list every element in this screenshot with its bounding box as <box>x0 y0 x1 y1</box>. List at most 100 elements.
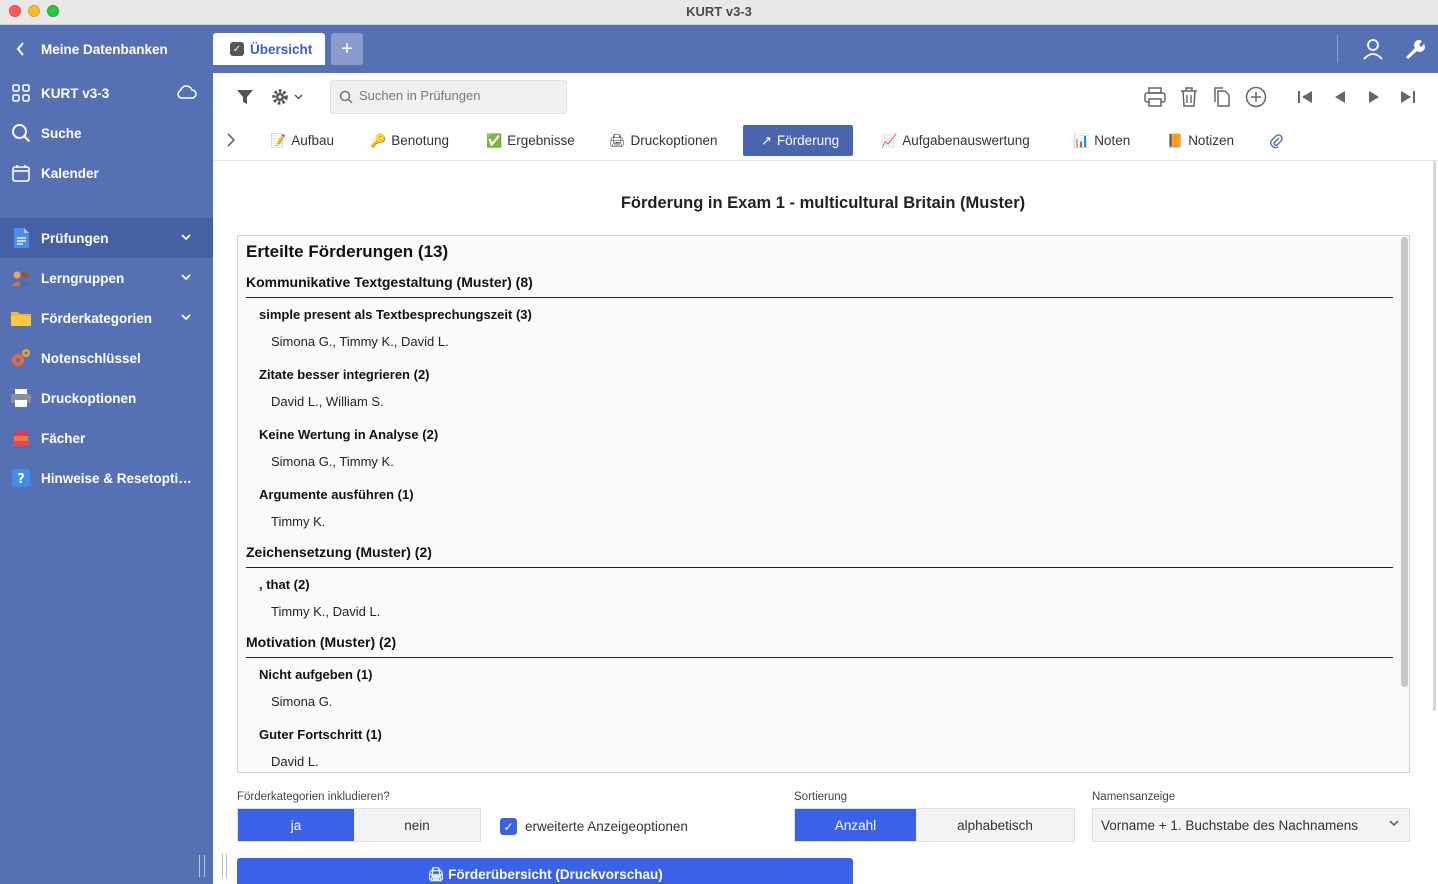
tab-overview[interactable]: ✓ Übersicht <box>213 33 325 65</box>
extended-options-label: erweiterte Anzeigeoptionen <box>525 819 688 834</box>
tab-label: Notizen <box>1188 133 1234 148</box>
student-names: Simona G., Timmy K. <box>271 454 394 469</box>
sidebar-calendar-label: Kalender <box>41 165 99 181</box>
cloud-icon[interactable] <box>175 84 197 103</box>
student-names: Simona G., Timmy K., David L. <box>271 334 449 349</box>
sort-toggle: Anzahl alphabetisch <box>794 808 1075 842</box>
sort-alpha-option[interactable]: alphabetisch <box>916 809 1074 841</box>
sidebar-back-databases[interactable]: Meine Datenbanken <box>0 29 213 69</box>
subcategory-heading: Keine Wertung in Analyse (2) <box>259 427 439 442</box>
tab-noten[interactable]: 📊 Noten <box>1073 125 1130 156</box>
sidebar-item-faecher[interactable]: Fächer <box>0 418 213 458</box>
folder-icon <box>10 307 32 329</box>
user-icon[interactable] <box>1361 37 1385 64</box>
include-label: Förderkategorien inkludieren? <box>237 791 390 803</box>
names-display-select[interactable]: Vorname + 1. Buchstabe des Nachnamens <box>1092 808 1410 842</box>
panel-resize-handle[interactable] <box>222 854 227 878</box>
extended-options-checkbox[interactable]: ✓ <box>500 818 517 835</box>
report-heading: Erteilte Förderungen (13) <box>246 242 449 261</box>
subcategory-heading: simple present als Textbesprechungszeit … <box>259 307 532 322</box>
sidebar-item-database[interactable]: KURT v3-3 <box>0 73 213 113</box>
sidebar-back-label: Meine Datenbanken <box>41 41 168 57</box>
sidebar-item-hinweise[interactable]: ? Hinweise & Resetoptio... <box>0 458 213 498</box>
first-record-icon[interactable] <box>1293 85 1317 109</box>
svg-text:?: ? <box>17 472 25 487</box>
printer-icon <box>10 387 32 409</box>
chevron-down-icon[interactable] <box>181 233 191 244</box>
chevron-right-icon[interactable] <box>227 133 236 150</box>
last-record-icon[interactable] <box>1396 85 1420 109</box>
tab-notizen[interactable]: 📙 Notizen <box>1167 125 1234 156</box>
sidebar-db-label: KURT v3-3 <box>41 85 110 101</box>
search-icon <box>339 90 353 107</box>
main-scrollbar[interactable] <box>1433 161 1436 711</box>
wrench-icon[interactable] <box>1403 37 1427 64</box>
previous-record-icon[interactable] <box>1328 85 1352 109</box>
sidebar-item-foerderkategorien[interactable]: Förderkategorien <box>0 298 213 338</box>
chevron-left-icon <box>10 38 32 60</box>
sort-count-option[interactable]: Anzahl <box>795 809 916 841</box>
search-field[interactable] <box>330 80 567 114</box>
tab-label: Aufbau <box>291 133 334 148</box>
filter-icon[interactable] <box>233 85 257 109</box>
add-tab-button[interactable]: + <box>331 33 363 65</box>
sidebar-item-label: Notenschlüssel <box>41 350 141 366</box>
student-names: Timmy K. <box>271 514 326 529</box>
include-no-option[interactable]: nein <box>354 809 480 841</box>
chevron-down-icon[interactable] <box>181 273 191 284</box>
tab-aufbau[interactable]: 📝 Aufbau <box>270 125 334 156</box>
sort-label: Sortierung <box>794 791 848 803</box>
names-display-value: Vorname + 1. Buchstabe des Nachnamens <box>1101 818 1359 833</box>
trash-icon[interactable] <box>1177 85 1201 109</box>
tab-benotung[interactable]: 🔑 Benotung <box>370 125 449 156</box>
window-titlebar: KURT v3-3 <box>0 0 1438 25</box>
tab-overview-label: Übersicht <box>250 41 313 57</box>
tab-druckoptionen[interactable]: 🖨 Druckoptionen <box>609 125 718 156</box>
tab-label: Ergebnisse <box>507 133 575 148</box>
bar-chart-icon: 📊 <box>1073 132 1090 148</box>
subcategory-heading: Zitate besser integrieren (2) <box>259 367 430 382</box>
sidebar-item-druckoptionen[interactable]: Druckoptionen <box>0 378 213 418</box>
sidebar-item-search[interactable]: Suche <box>0 113 213 153</box>
window-title: KURT v3-3 <box>686 4 752 19</box>
document-icon <box>10 227 32 249</box>
checkbox-icon: ✓ <box>230 42 244 56</box>
divider <box>1337 35 1338 63</box>
notebook-icon: 📙 <box>1167 132 1184 148</box>
toolbar <box>213 73 1438 121</box>
tab-ergebnisse[interactable]: ✅ Ergebnisse <box>486 125 575 156</box>
settings-menu-button[interactable] <box>267 85 307 109</box>
sidebar-item-calendar[interactable]: Kalender <box>0 153 213 193</box>
print-preview-button[interactable]: 🖨 Förderübersicht (Druckvorschau) <box>237 858 853 884</box>
include-yes-option[interactable]: ja <box>238 809 354 841</box>
student-names: David L. <box>271 754 319 769</box>
sidebar-resize-handle[interactable] <box>199 855 205 877</box>
memo-icon: 📝 <box>270 132 287 148</box>
grid-icon <box>10 82 32 104</box>
sidebar-item-label: Fächer <box>41 430 86 446</box>
key-icon: 🔑 <box>370 132 387 148</box>
printer-icon: 🖨 <box>609 132 626 148</box>
paperclip-icon[interactable] <box>1269 133 1283 152</box>
chart-up-icon: 📈 <box>881 132 898 148</box>
include-toggle: ja nein <box>237 808 481 842</box>
report-scrollbar[interactable] <box>1401 237 1408 687</box>
tab-label: Druckoptionen <box>630 133 718 148</box>
student-names: Simona G. <box>271 694 333 709</box>
sidebar-item-pruefungen[interactable]: Prüfungen <box>0 218 213 258</box>
tab-foerderung[interactable]: ↗ Förderung <box>743 125 854 156</box>
calendar-icon <box>10 162 32 184</box>
tab-aufgabenauswertung[interactable]: 📈 Aufgabenauswertung <box>881 125 1030 156</box>
sidebar-item-notenschluessel[interactable]: Notenschlüssel <box>0 338 213 378</box>
print-icon[interactable] <box>1143 85 1167 109</box>
duplicate-icon[interactable] <box>1210 85 1234 109</box>
next-record-icon[interactable] <box>1362 85 1386 109</box>
search-input[interactable] <box>359 88 559 103</box>
sidebar-item-label: Prüfungen <box>41 230 109 246</box>
report-panel[interactable]: Erteilte Förderungen (13) Kommunikative … <box>237 235 1410 773</box>
books-icon <box>10 427 32 449</box>
main-content: Förderung in Exam 1 - multicultural Brit… <box>213 161 1438 884</box>
chevron-down-icon[interactable] <box>181 313 191 324</box>
add-circle-icon[interactable] <box>1244 85 1268 109</box>
sidebar-item-lerngruppen[interactable]: Lerngruppen <box>0 258 213 298</box>
